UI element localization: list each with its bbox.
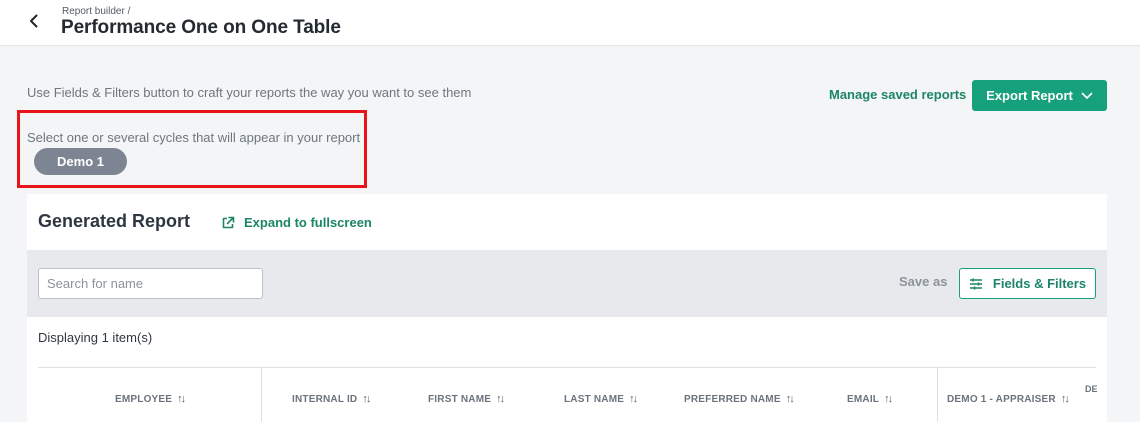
sliders-icon (969, 278, 982, 289)
report-title: Generated Report (38, 211, 191, 231)
expand-fullscreen-link[interactable]: Expand to fullscreen (221, 215, 372, 230)
sort-arrows-icon: ↑↓ (496, 393, 505, 405)
back-button[interactable] (22, 9, 46, 33)
column-label: FIRST NAME (428, 393, 492, 405)
column-header-first-name[interactable]: FIRST NAME ↑↓ (428, 393, 505, 405)
page-title: Performance One on One Table (61, 17, 341, 38)
sort-arrows-icon: ↑↓ (362, 393, 371, 405)
column-label: EMAIL (847, 393, 880, 405)
sort-arrows-icon: ↑↓ (884, 393, 893, 405)
column-label: EMPLOYEE (115, 393, 173, 405)
generated-report-card: Generated Report Expand to fullscreen Sa… (27, 194, 1107, 422)
column-header-internal-id[interactable]: INTERNAL ID ↑↓ (292, 393, 371, 405)
sort-arrows-icon: ↑↓ (785, 393, 795, 405)
column-header-truncated[interactable]: DE (1085, 384, 1098, 394)
export-report-button[interactable]: Export Report (972, 80, 1107, 111)
report-toolbar: Save as Fields & Filters (27, 250, 1107, 317)
column-header-demo-appraiser[interactable]: DEMO 1 - APPRAISER ↑↓ (947, 393, 1070, 405)
manage-saved-reports-link[interactable]: Manage saved reports (829, 87, 966, 102)
sort-arrows-icon: ↑↓ (629, 393, 638, 405)
column-header-employee[interactable]: EMPLOYEE ↑↓ (115, 393, 186, 405)
column-divider (261, 368, 262, 422)
cycle-select-label: Select one or several cycles that will a… (27, 130, 361, 145)
chevron-left-icon (30, 14, 38, 28)
chevron-down-icon (1081, 92, 1093, 99)
save-as-button[interactable]: Save as (899, 274, 947, 289)
column-divider (937, 368, 938, 422)
builder-hint: Use Fields & Filters button to craft you… (27, 85, 472, 100)
search-input[interactable] (38, 268, 263, 299)
fields-filters-label: Fields & Filters (992, 276, 1087, 291)
top-bar: Report builder / Performance One on One … (0, 0, 1140, 46)
column-label: LAST NAME (564, 393, 625, 405)
external-link-icon (222, 216, 235, 228)
fields-filters-button[interactable]: Fields & Filters (959, 268, 1096, 299)
sort-arrows-icon: ↑↓ (1060, 393, 1070, 405)
column-header-email[interactable]: EMAIL ↑↓ (847, 393, 893, 405)
column-label: DEMO 1 - APPRAISER (947, 393, 1056, 405)
column-label: INTERNAL ID (292, 393, 358, 405)
column-header-last-name[interactable]: LAST NAME ↑↓ (564, 393, 638, 405)
cycle-chip[interactable]: Demo 1 (34, 148, 127, 175)
column-header-preferred-name[interactable]: PREFERRED NAME ↑↓ (684, 393, 795, 405)
sort-arrows-icon: ↑↓ (177, 393, 186, 405)
item-count: Displaying 1 item(s) (38, 330, 153, 345)
expand-fullscreen-label: Expand to fullscreen (244, 215, 372, 230)
table-header: EMPLOYEE ↑↓ INTERNAL ID ↑↓ FIRST NAME ↑↓… (38, 367, 1098, 422)
column-label: PREFERRED NAME (684, 393, 781, 405)
export-report-label: Export Report (986, 88, 1073, 103)
breadcrumb[interactable]: Report builder / (62, 6, 130, 17)
